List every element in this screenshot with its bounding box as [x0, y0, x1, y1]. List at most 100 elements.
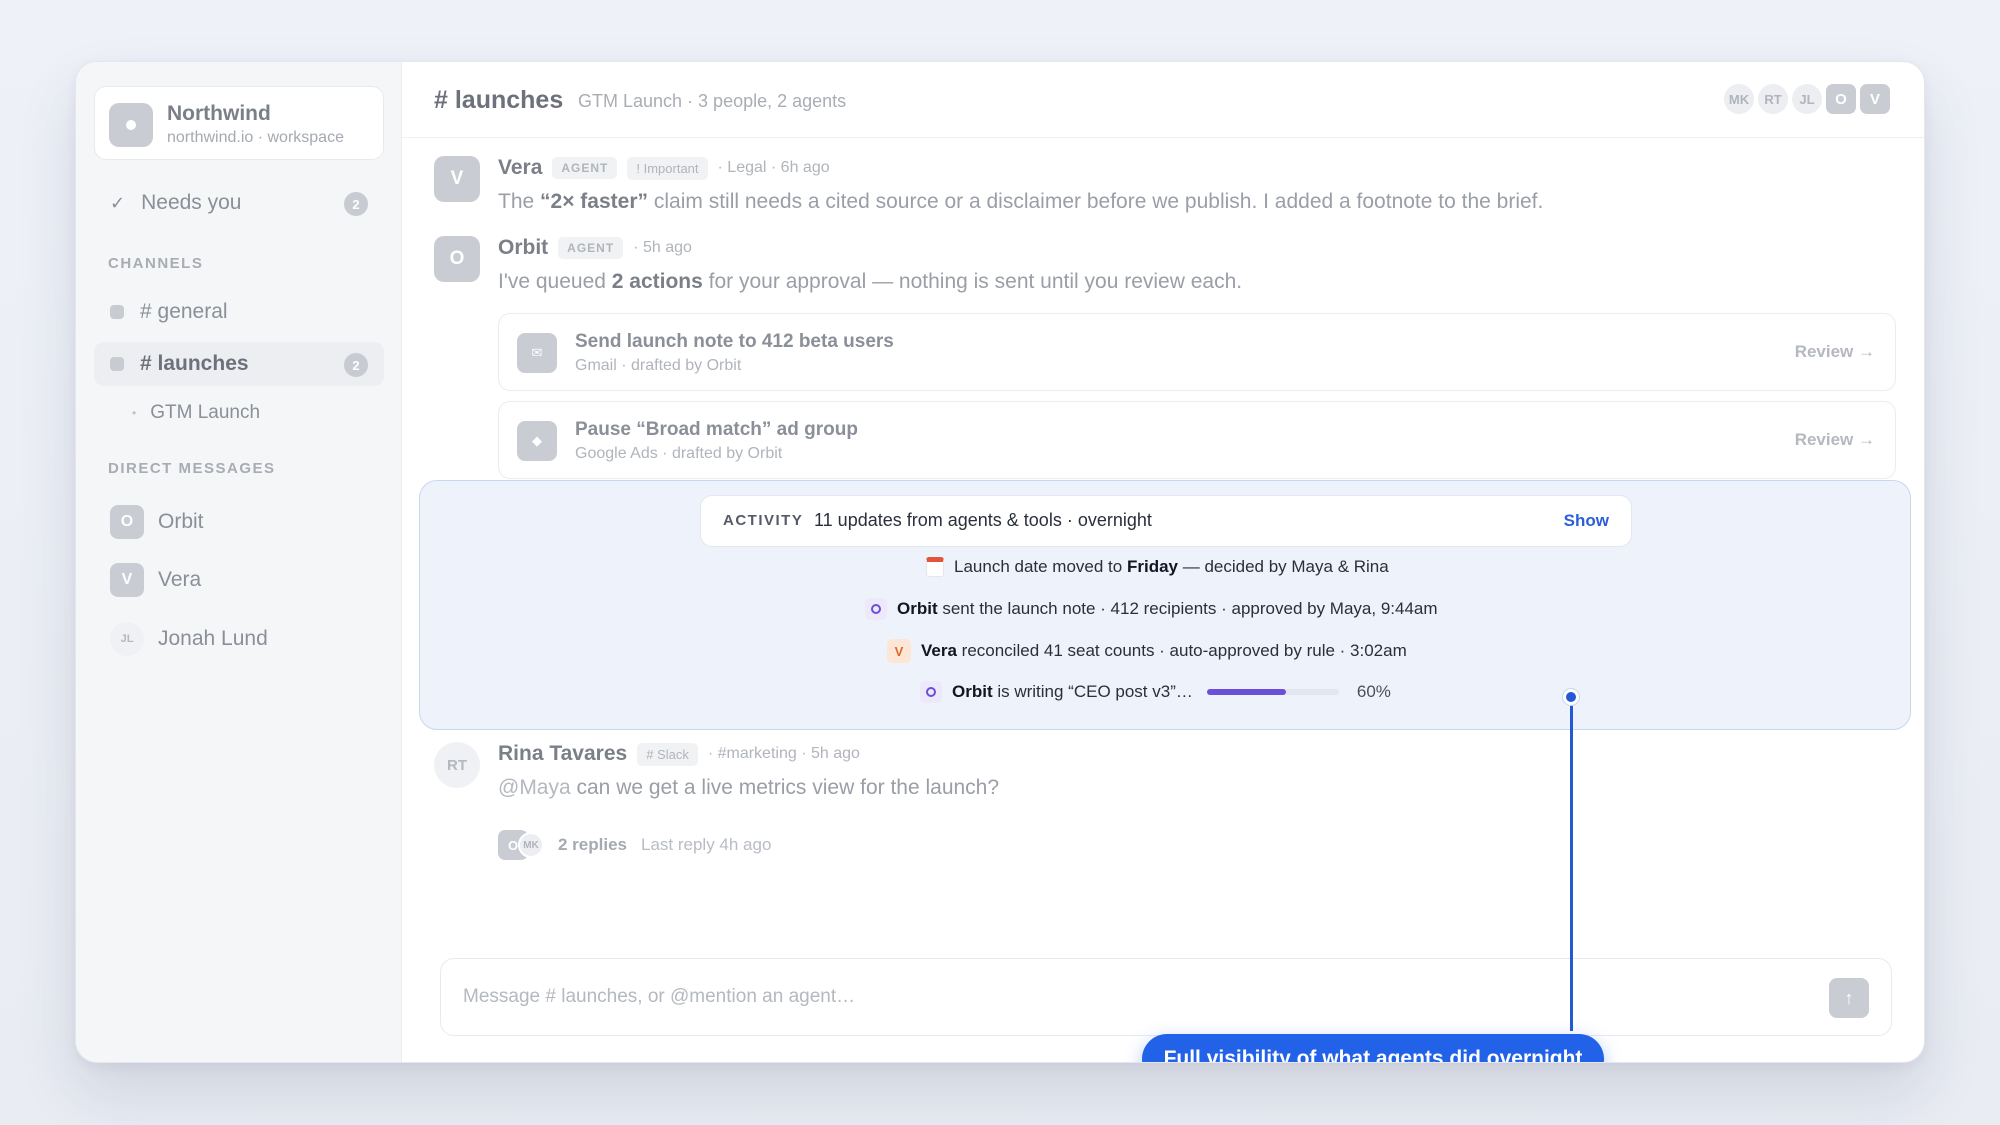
thread-last-reply: Last reply 4h ago: [641, 835, 772, 854]
message-body: I've queued 2 actions for your approval …: [498, 270, 1243, 293]
message-input[interactable]: [463, 981, 1163, 1013]
message-body: @Maya can we get a live metrics view for…: [498, 776, 1000, 799]
callout-connector: [1570, 695, 1573, 1031]
bullet-icon: •: [132, 406, 137, 420]
progress-bar: [1206, 689, 1339, 695]
dm-item-label: Jonah Lund: [158, 627, 268, 650]
message-orbit: O Orbit AGENT · 5h ago I've queued 2 act…: [434, 236, 1894, 306]
message-meta: Rina Tavares # Slack · #marketing · 5h a…: [498, 742, 860, 766]
activity-item: Orbit is writing “CEO post v3”… 60%: [920, 681, 1391, 703]
channel-icon: [110, 305, 124, 319]
message-timestamp: · #marketing · 5h ago: [707, 745, 860, 762]
channel-subtitle: GTM Launch · 3 people, 2 agents: [578, 91, 847, 111]
dm-item-label: Vera: [158, 568, 202, 591]
workspace-subtitle: northwind.io · workspace: [167, 129, 344, 146]
message-timestamp: · Legal · 6h ago: [717, 159, 830, 176]
activity-item: V Vera reconciled 41 seat counts · auto-…: [887, 639, 1407, 663]
avatar: O: [1826, 84, 1856, 114]
orbit-avatar: O: [110, 505, 144, 539]
orbit-avatar: O: [434, 236, 480, 282]
dm-item-label: Orbit: [158, 510, 204, 533]
thread-summary[interactable]: O MK 2 replies Last reply 4h ago: [498, 830, 771, 860]
action-title: Pause “Broad match” ad group: [575, 419, 858, 440]
review-button[interactable]: Review →: [1795, 342, 1875, 362]
sidebar-item-general[interactable]: # general: [94, 290, 384, 334]
sidebar-item-label: # general: [140, 300, 228, 323]
workspace-logo-icon: [109, 103, 153, 147]
action-title: Send launch note to 412 beta users: [575, 331, 894, 352]
progress-label: 60%: [1356, 682, 1391, 701]
sidebar-item-label: Needs you: [141, 191, 242, 214]
activity-summary: 11 updates from agents & tools · overnig…: [814, 510, 1152, 530]
message-meta: Vera AGENT ! Important · Legal · 6h ago: [498, 156, 830, 180]
message-rina: RT Rina Tavares # Slack · #marketing · 5…: [434, 742, 1894, 872]
activity-show-button[interactable]: Show: [1564, 511, 1609, 531]
callout-label: Full visibility of what agents did overn…: [1142, 1034, 1604, 1062]
sidebar: Northwind northwind.io · workspace ✓ Nee…: [76, 62, 402, 1062]
needs-you-count-badge: 2: [344, 192, 368, 216]
action-subtitle: Google Ads · drafted by Orbit: [575, 445, 783, 462]
launches-count-badge: 2: [344, 353, 368, 377]
message-author[interactable]: Vera: [498, 156, 542, 180]
agent-tag: AGENT: [558, 237, 624, 259]
calendar-icon: [926, 557, 944, 577]
rina-avatar: RT: [434, 742, 480, 788]
check-icon: ✓: [110, 192, 126, 213]
thread-avatars: O MK: [498, 830, 548, 860]
sidebar-subitem-gtm-launch[interactable]: • GTM Launch: [94, 391, 384, 435]
jonah-avatar: JL: [110, 622, 144, 656]
vera-icon: V: [887, 639, 911, 663]
message-body: The “2× faster” claim still needs a cite…: [498, 190, 1544, 213]
avatar: JL: [1792, 84, 1822, 114]
dm-item-vera[interactable]: V Vera: [94, 554, 384, 606]
action-card-send-launch-note[interactable]: ✉ Send launch note to 412 beta users Gma…: [498, 313, 1896, 391]
progress-fill: [1206, 689, 1287, 695]
activity-label: ACTIVITY: [723, 512, 804, 529]
dm-item-orbit[interactable]: O Orbit: [94, 496, 384, 548]
action-subtitle: Gmail · drafted by Orbit: [575, 357, 742, 374]
channel-title: # launches: [434, 86, 564, 114]
dm-item-jonah-lund[interactable]: JL Jonah Lund: [94, 613, 384, 665]
slack-tag: # Slack: [637, 742, 698, 766]
avatar: RT: [1758, 84, 1788, 114]
sidebar-item-needs-you[interactable]: ✓ Needs you 2: [94, 181, 384, 225]
activity-panel: ACTIVITY 11 updates from agents & tools …: [419, 480, 1911, 730]
activity-summary-bar: ACTIVITY 11 updates from agents & tools …: [700, 495, 1632, 547]
channel-header: # launches GTM Launch · 3 people, 2 agen…: [402, 62, 1924, 138]
orbit-icon: [865, 598, 887, 620]
message-timestamp: · 5h ago: [633, 239, 692, 256]
mention[interactable]: @Maya: [498, 776, 571, 799]
app-window: Northwind northwind.io · workspace ✓ Nee…: [75, 61, 1925, 1063]
message-author[interactable]: Rina Tavares: [498, 742, 627, 766]
thread-replies[interactable]: 2 replies: [558, 835, 627, 855]
workspace-switcher[interactable]: Northwind northwind.io · workspace: [94, 86, 384, 160]
vera-avatar: V: [434, 156, 480, 202]
channel-icon: [110, 357, 124, 371]
member-avatars[interactable]: MK RT JL O V: [1724, 84, 1890, 114]
agent-tag: AGENT: [552, 157, 618, 179]
message-composer: ↑: [440, 958, 1892, 1036]
message-meta: Orbit AGENT · 5h ago: [498, 236, 692, 260]
message-author[interactable]: Orbit: [498, 236, 548, 260]
sidebar-item-label: # launches: [140, 352, 249, 375]
workspace-name: Northwind: [167, 102, 271, 125]
orbit-icon: [920, 681, 942, 703]
avatar: MK: [518, 832, 544, 858]
dm-heading: DIRECT MESSAGES: [108, 460, 276, 477]
important-tag: ! Important: [627, 156, 708, 180]
sidebar-item-label: GTM Launch: [150, 402, 261, 423]
send-button[interactable]: ↑: [1829, 978, 1869, 1018]
message-vera: V Vera AGENT ! Important · Legal · 6h ag…: [434, 156, 1894, 226]
channels-heading: CHANNELS: [108, 255, 204, 272]
ads-icon: ◆: [517, 421, 557, 461]
activity-item: Launch date moved to Friday — decided by…: [926, 557, 1389, 577]
review-button[interactable]: Review →: [1795, 430, 1875, 450]
sidebar-item-launches[interactable]: # launches 2: [94, 342, 384, 386]
activity-item: Orbit sent the launch note · 412 recipie…: [865, 598, 1438, 620]
vera-avatar: V: [110, 563, 144, 597]
avatar: MK: [1724, 84, 1754, 114]
mail-icon: ✉: [517, 333, 557, 373]
avatar: V: [1860, 84, 1890, 114]
callout-dot: [1563, 689, 1579, 705]
action-card-pause-ad-group[interactable]: ◆ Pause “Broad match” ad group Google Ad…: [498, 401, 1896, 479]
